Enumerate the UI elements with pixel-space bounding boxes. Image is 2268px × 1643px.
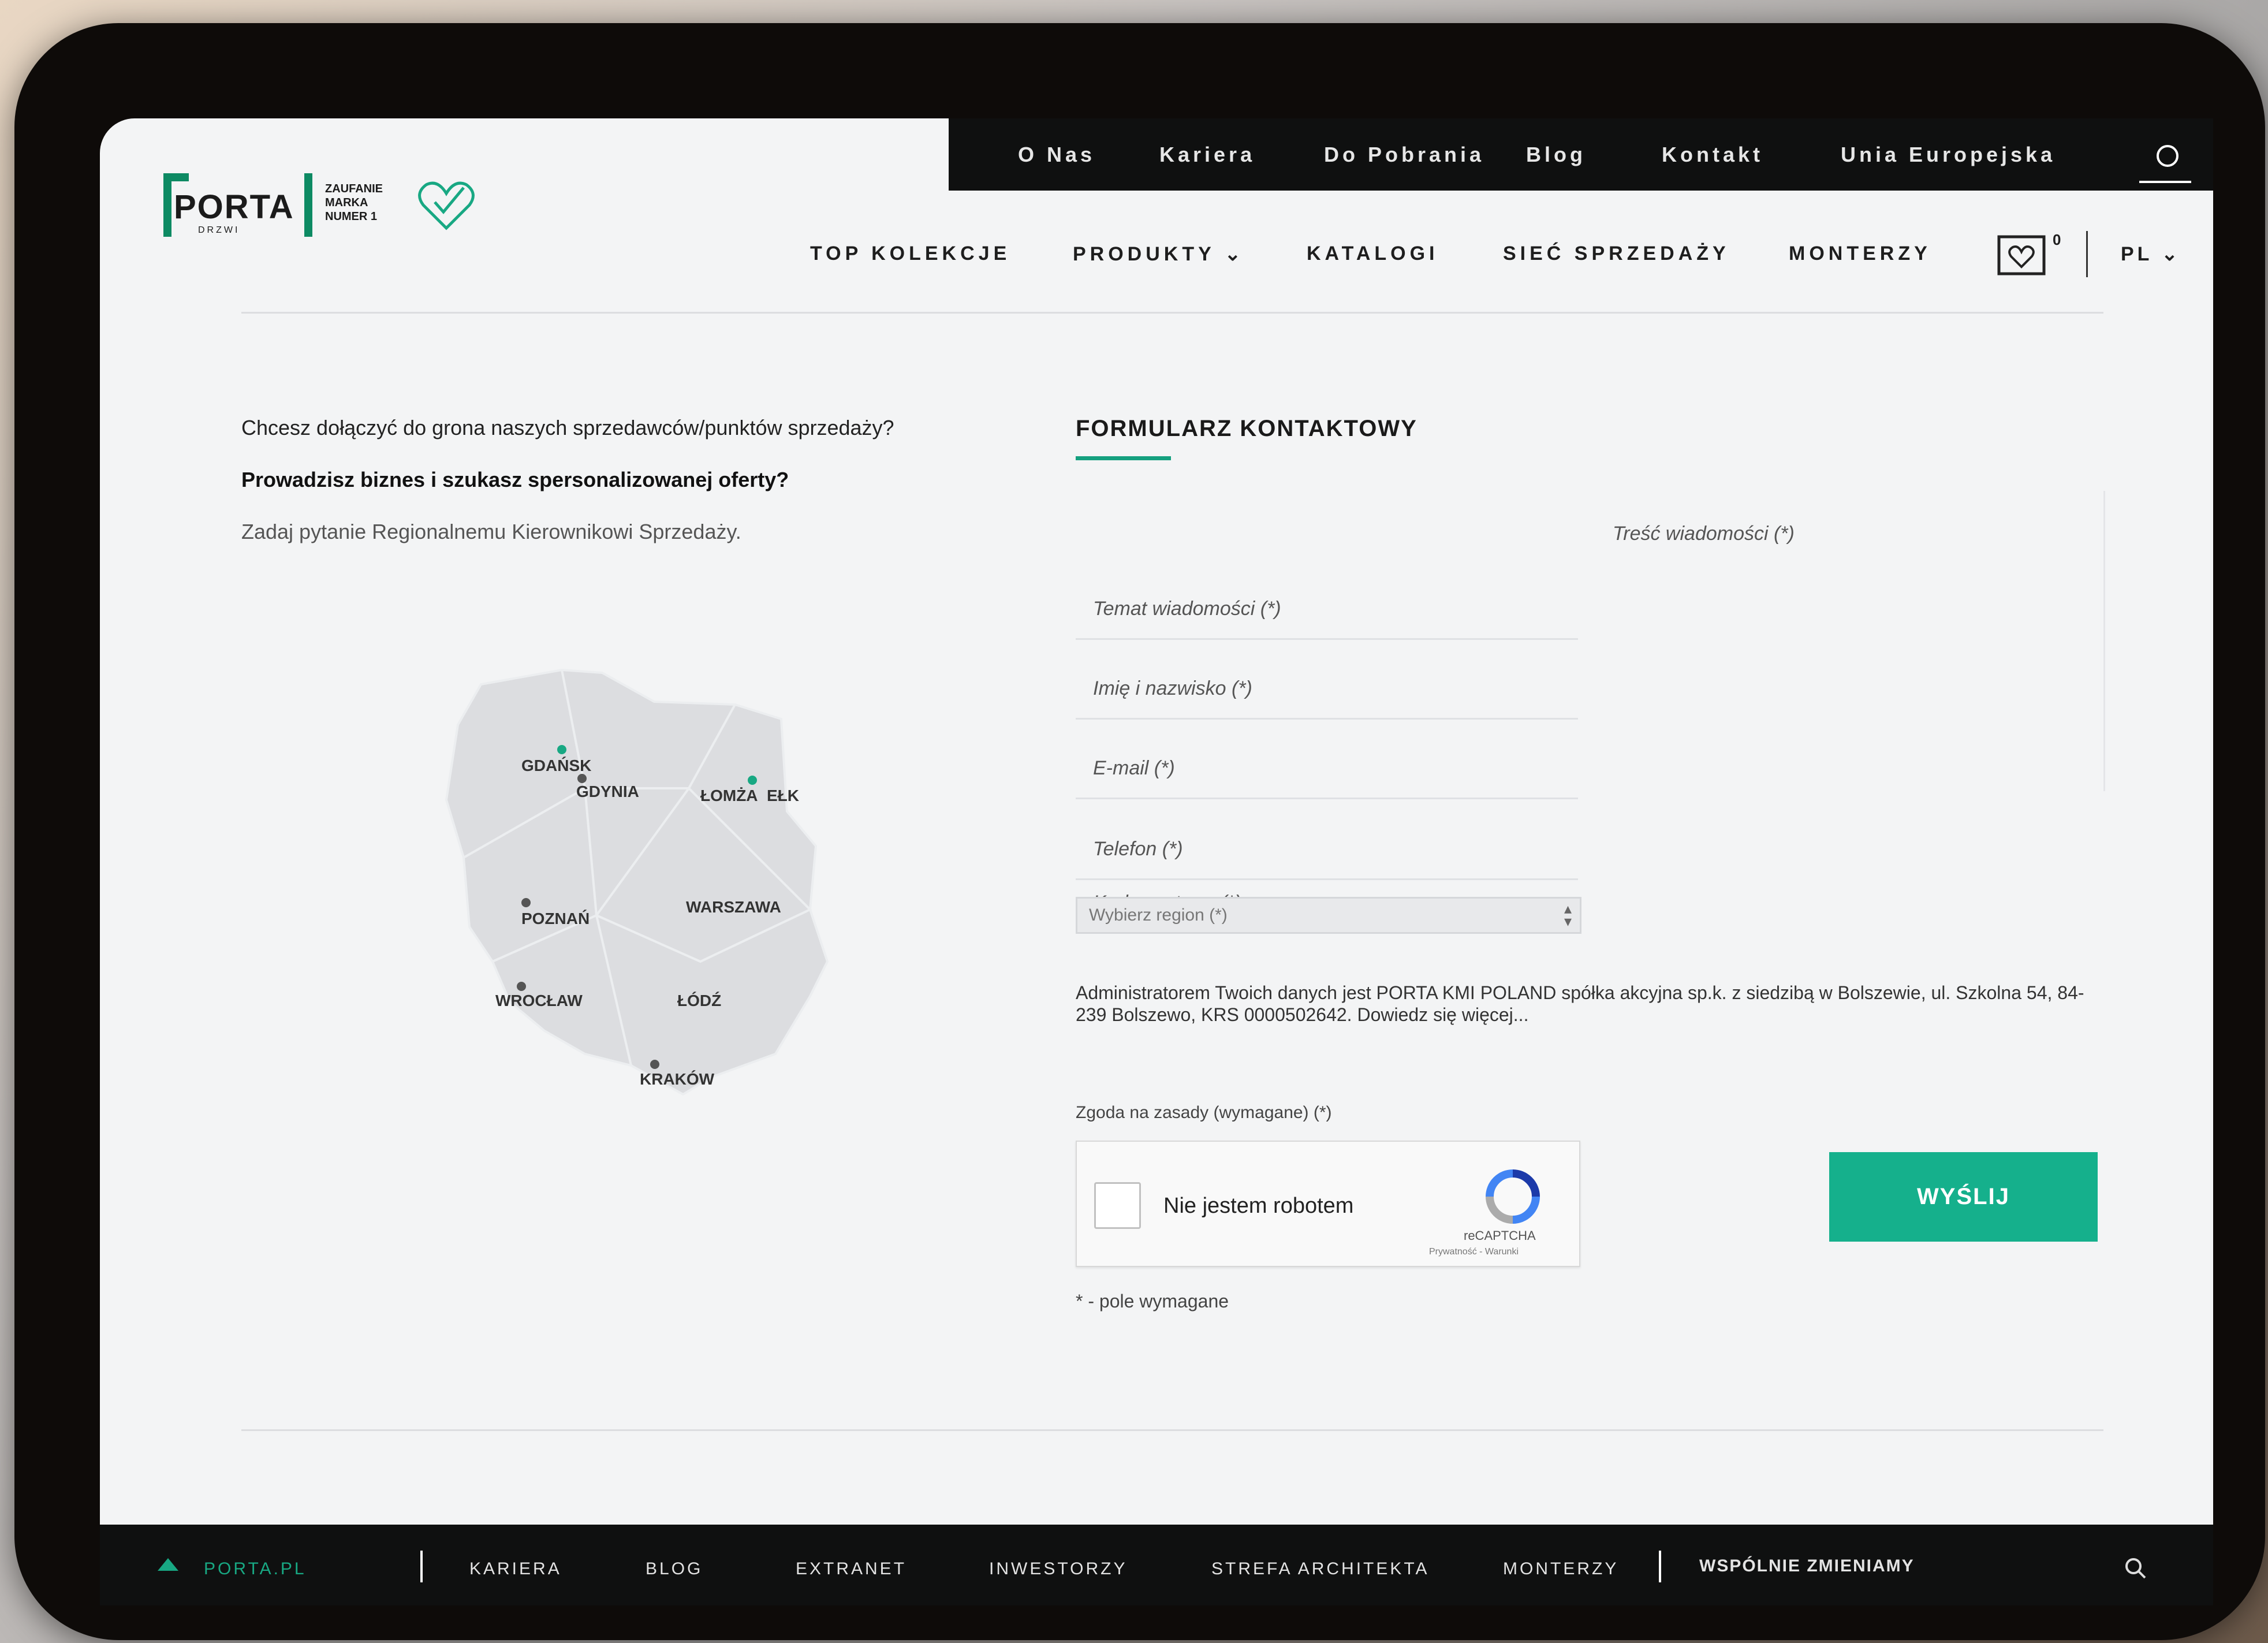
form-title-underline	[1076, 456, 1171, 460]
nav-top-kolekcje[interactable]: TOP KOLEKCJE	[810, 243, 1010, 265]
map-pin[interactable]	[650, 1060, 659, 1069]
recaptcha-icon	[1486, 1169, 1540, 1224]
intro-question: Chcesz dołączyć do grona naszych sprzeda…	[241, 416, 894, 439]
gdpr-notice: Administratorem Twoich danych jest PORTA…	[1076, 982, 2084, 1025]
footer-divider	[1659, 1551, 1661, 1582]
region-placeholder: Wybierz region (*)	[1089, 906, 1228, 925]
language-selector[interactable]: PL ⌄	[2121, 243, 2181, 266]
top-link-do-pobrania[interactable]: Do Pobrania	[1324, 143, 1484, 167]
map-pin[interactable]	[557, 745, 566, 754]
message-textarea[interactable]: Treść wiadomości (*)	[1595, 491, 2105, 791]
chevron-down-icon: ⌄	[2161, 243, 2181, 265]
top-link-kontakt[interactable]: Kontakt	[1662, 143, 1763, 167]
heart-icon	[418, 181, 475, 230]
city-label: EŁK	[767, 787, 799, 804]
poland-map[interactable]: GDAŃSK GDYNIA ŁOMŻA EŁK POZNAŃ WARSZAWA …	[412, 638, 885, 1129]
intro-cta: Zadaj pytanie Regionalnemu Kierownikowi …	[241, 520, 741, 543]
logo-wordmark: PORTA	[174, 188, 294, 226]
message-placeholder: Treść wiadomości (*)	[1613, 523, 1795, 545]
footer-link-kariera[interactable]: KARIERA	[469, 1559, 562, 1579]
recaptcha-brand: reCAPTCHA	[1464, 1228, 1536, 1243]
top-link-kariera[interactable]: Kariera	[1159, 143, 1255, 167]
language-label: PL	[2121, 243, 2153, 265]
map-pin[interactable]	[748, 776, 757, 785]
recaptcha-widget: Nie jestem robotem reCAPTCHA Prywatność …	[1076, 1141, 1580, 1267]
city-label: POZNAŃ	[521, 910, 590, 927]
phone-field[interactable]: Telefon (*)	[1076, 815, 1578, 880]
select-arrows-icon: ▴ ▾	[1564, 900, 1572, 930]
map-pin[interactable]	[521, 898, 531, 907]
browser-screen: O Nas Kariera Do Pobrania Blog Kontakt U…	[100, 118, 2213, 1605]
nav-produkty[interactable]: PRODUKTY ⌄	[1073, 243, 1245, 266]
footer-bar: PORTA.PL KARIERA BLOG EXTRANET INWESTORZ…	[100, 1525, 2213, 1605]
map-pin[interactable]	[577, 774, 587, 783]
arrow-up-icon[interactable]	[158, 1558, 178, 1571]
city-label: ŁÓDŹ	[677, 992, 722, 1009]
footer-link-wspolnie-zmieniamy[interactable]: WSPÓLNIE ZMIENIAMY	[1699, 1556, 1915, 1576]
nav-monterzy[interactable]: MONTERZY	[1789, 243, 1931, 265]
top-link-blog[interactable]: Blog	[1526, 143, 1586, 167]
footer-link-inwestorzy[interactable]: INWESTORZY	[989, 1559, 1127, 1579]
user-account-icon[interactable]	[2139, 135, 2191, 183]
logo-tagline: ZAUFANIE MARKA NUMER 1	[325, 182, 383, 223]
nav-katalogi[interactable]: KATALOGI	[1307, 243, 1439, 265]
recaptcha-label: Nie jestem robotem	[1163, 1194, 1354, 1218]
search-icon[interactable]	[2124, 1556, 2147, 1579]
email-field[interactable]: E-mail (*)	[1076, 734, 1578, 799]
nav-produkty-label: PRODUKTY	[1073, 243, 1215, 265]
logo-tagline-line: MARKA	[325, 196, 368, 209]
logo-tagline-line: NUMER 1	[325, 210, 378, 223]
city-label: GDYNIA	[576, 783, 639, 800]
top-utility-bar: O Nas Kariera Do Pobrania Blog Kontakt U…	[949, 118, 2213, 191]
form-title: FORMULARZ KONTAKTOWY	[1076, 416, 1418, 441]
city-label: WARSZAWA	[686, 898, 781, 916]
intro-bold: Prowadzisz biznes i szukasz spersonalizo…	[241, 468, 789, 491]
nav-siec-sprzedazy[interactable]: SIEĆ SPRZEDAŻY	[1503, 243, 1730, 265]
city-label: WROCŁAW	[495, 992, 583, 1009]
footer-link-porta[interactable]: PORTA.PL	[204, 1559, 307, 1579]
poland-map-shape	[445, 668, 829, 1096]
consent-checkbox-label[interactable]: Zgoda na zasady (wymagane) (*)	[1076, 1103, 1332, 1123]
name-field[interactable]: Imię i nazwisko (*)	[1076, 654, 1578, 720]
recaptcha-checkbox[interactable]	[1094, 1182, 1141, 1229]
recaptcha-terms[interactable]: Prywatność - Warunki	[1429, 1247, 1519, 1257]
tablet-frame: O Nas Kariera Do Pobrania Blog Kontakt U…	[14, 23, 2265, 1640]
subject-field[interactable]: Temat wiadomości (*)	[1076, 575, 1578, 640]
logo-tagline-line: ZAUFANIE	[325, 182, 383, 195]
nav-divider	[2086, 231, 2088, 277]
favorites-count: 0	[2053, 231, 2061, 248]
city-label: KRAKÓW	[640, 1070, 715, 1088]
footer-divider	[420, 1551, 423, 1582]
map-pin[interactable]	[517, 982, 526, 991]
footer-link-blog[interactable]: BLOG	[646, 1559, 703, 1579]
footer-link-extranet[interactable]: EXTRANET	[796, 1559, 907, 1579]
favorites-heart-icon[interactable]	[1997, 231, 2049, 277]
required-note: * - pole wymagane	[1076, 1291, 1229, 1312]
top-link-unia-europejska[interactable]: Unia Europejska	[1841, 143, 2056, 167]
submit-button[interactable]: WYŚLIJ	[1829, 1152, 2098, 1242]
city-label: ŁOMŻA	[700, 787, 758, 804]
footer-link-monterzy[interactable]: MONTERZY	[1503, 1559, 1618, 1579]
region-select[interactable]: Wybierz region (*) ▴ ▾	[1076, 897, 1581, 934]
top-link-o-nas[interactable]: O Nas	[1018, 143, 1095, 167]
chevron-down-icon: ⌄	[1224, 243, 1245, 265]
footer-link-strefa-architekta[interactable]: STREFA ARCHITEKTA	[1211, 1559, 1430, 1579]
city-label: GDAŃSK	[521, 757, 592, 774]
header-divider	[241, 312, 2103, 314]
logo-subtext: DRZWI	[198, 225, 240, 235]
content-divider	[241, 1429, 2103, 1431]
